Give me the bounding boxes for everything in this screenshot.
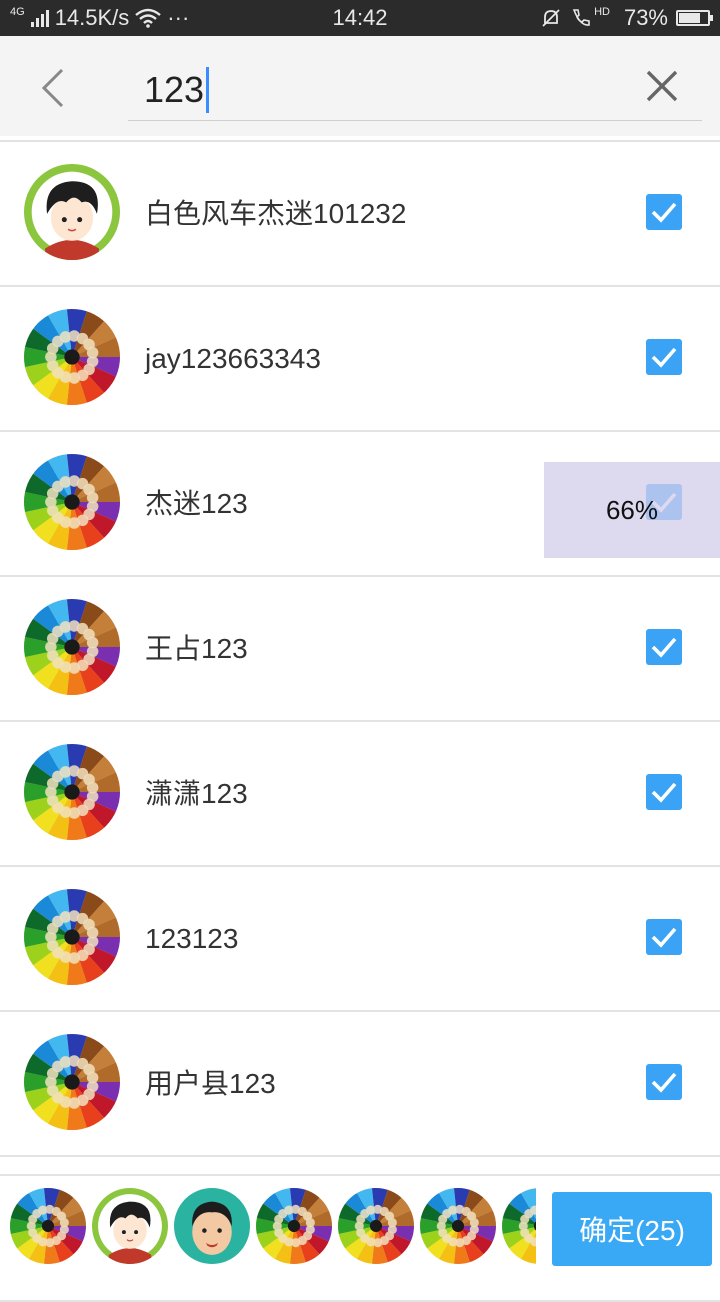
clear-search-button[interactable] — [640, 64, 684, 108]
search-query: 123 — [144, 69, 205, 110]
check-icon — [651, 927, 677, 948]
contact-item[interactable]: jay123663343 — [0, 287, 720, 432]
contact-name: 潇潇123 — [145, 778, 248, 809]
avatar — [24, 889, 120, 985]
check-icon — [651, 1072, 677, 1093]
contact-name: 杰迷123 — [145, 488, 248, 519]
avatar — [24, 164, 120, 260]
checkbox[interactable] — [646, 194, 682, 230]
chevron-left-icon — [41, 68, 64, 108]
checkbox[interactable] — [646, 339, 682, 375]
avatar — [24, 454, 120, 550]
contact-name: 123123 — [145, 923, 239, 954]
clock: 14:42 — [332, 5, 388, 30]
contact-item[interactable]: 潇潇123 — [0, 722, 720, 867]
status-bar: 4G 14.5K/s ··· 14:42 HD 73% — [0, 0, 720, 36]
text-caret — [206, 67, 210, 113]
check-icon — [651, 782, 677, 803]
selected-avatars-strip[interactable] — [10, 1188, 536, 1268]
checkbox[interactable] — [646, 1064, 682, 1100]
contact-name: 白色风车杰迷101232 — [145, 198, 407, 229]
progress-text: 66% — [605, 494, 659, 525]
contact-item[interactable]: 白色风车杰迷101232 — [0, 142, 720, 287]
checkbox[interactable] — [646, 774, 682, 810]
selected-avatar[interactable] — [174, 1188, 250, 1264]
battery-icon — [676, 10, 713, 26]
contact-item[interactable]: 123123 — [0, 867, 720, 1012]
contact-list: 白色风车杰迷101232 jay123663343 杰迷123 王占123 潇潇… — [0, 142, 720, 1302]
battery-percent: 73% — [623, 5, 668, 30]
search-input[interactable]: 123 — [144, 62, 210, 118]
check-icon — [651, 202, 677, 223]
phone-hd-icon — [572, 9, 590, 26]
search-field[interactable]: 123 — [128, 56, 702, 121]
selected-avatar[interactable] — [10, 1188, 86, 1264]
selected-avatar[interactable] — [338, 1188, 414, 1264]
check-icon — [651, 347, 677, 368]
checkbox[interactable] — [646, 629, 682, 665]
avatar — [24, 309, 120, 405]
avatar — [24, 599, 120, 695]
back-button[interactable] — [30, 58, 86, 114]
hd-label: HD — [594, 6, 610, 18]
contact-item[interactable]: 用户县123 — [0, 1012, 720, 1157]
selected-avatar[interactable] — [502, 1188, 536, 1264]
confirm-button[interactable]: 确定(25) — [552, 1192, 712, 1266]
progress-toast: 66% — [544, 462, 720, 558]
bell-muted-icon — [542, 9, 560, 27]
avatar — [24, 1034, 120, 1130]
contact-name: 王占123 — [145, 633, 248, 664]
bottom-bar: 确定(25) — [0, 1174, 720, 1282]
contact-name: jay123663343 — [145, 343, 321, 374]
close-icon — [646, 70, 678, 102]
avatar — [24, 744, 120, 840]
contact-name: 用户县123 — [145, 1068, 276, 1099]
contact-item[interactable]: 王占123 — [0, 577, 720, 722]
search-header: 123 — [0, 36, 720, 136]
check-icon — [651, 637, 677, 658]
selected-avatar[interactable] — [420, 1188, 496, 1264]
selected-avatar[interactable] — [256, 1188, 332, 1264]
selected-avatar[interactable] — [92, 1188, 168, 1264]
checkbox[interactable] — [646, 919, 682, 955]
